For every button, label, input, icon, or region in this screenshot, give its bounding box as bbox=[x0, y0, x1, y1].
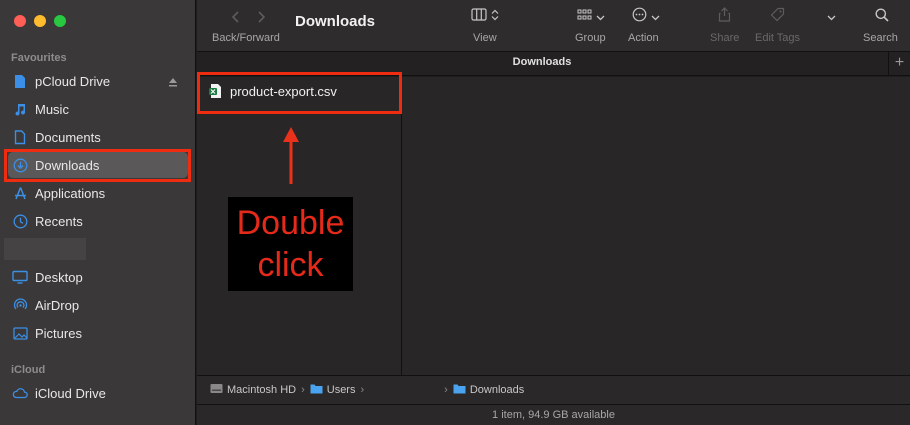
path-label: Macintosh HD bbox=[227, 384, 297, 396]
search-label: Search bbox=[863, 32, 898, 44]
annotation-arrow bbox=[281, 124, 301, 191]
search-button[interactable] bbox=[875, 8, 889, 27]
edit-tags-label: Edit Tags bbox=[755, 32, 801, 44]
sidebar: Favourites pCloud Drive Music Documents … bbox=[0, 0, 196, 425]
sidebar-item-pictures[interactable]: Pictures bbox=[8, 320, 188, 346]
view-label: View bbox=[473, 32, 497, 44]
hard-drive-icon bbox=[210, 383, 223, 397]
path-separator: › bbox=[301, 384, 305, 396]
toolbar: Back/Forward Downloads View Group Action… bbox=[197, 0, 910, 52]
path-label: Users bbox=[326, 384, 356, 396]
sidebar-item-label: pCloud Drive bbox=[35, 73, 111, 89]
sidebar-item-music[interactable]: Music bbox=[8, 96, 188, 122]
back-forward-control[interactable] bbox=[230, 9, 270, 25]
path-bar: Macintosh HD › Users › › Downloads bbox=[197, 375, 910, 404]
sidebar-item-desktop[interactable]: Desktop bbox=[8, 264, 188, 290]
status-bar: 1 item, 94.9 GB available bbox=[197, 404, 910, 425]
sidebar-item-label: iCloud Drive bbox=[35, 385, 106, 401]
sidebar-item-airdrop[interactable]: AirDrop bbox=[8, 292, 188, 318]
group-label: Group bbox=[575, 32, 606, 44]
icloud-header: iCloud bbox=[11, 364, 46, 376]
redacted-path-segment bbox=[369, 384, 440, 396]
share-label: Share bbox=[710, 32, 740, 44]
sidebar-item-documents[interactable]: Documents bbox=[8, 124, 188, 150]
cloud-icon bbox=[12, 385, 28, 401]
chevron-updown-icon bbox=[491, 8, 499, 26]
sidebar-item-label: Music bbox=[35, 101, 69, 117]
eject-icon[interactable] bbox=[168, 75, 178, 90]
tag-icon bbox=[770, 7, 785, 27]
chevron-down-icon bbox=[596, 8, 605, 26]
close-button[interactable] bbox=[14, 15, 26, 27]
annotation-line-2: click bbox=[257, 246, 324, 284]
document-icon bbox=[12, 73, 28, 89]
applications-icon bbox=[12, 185, 28, 201]
zoom-button[interactable] bbox=[54, 15, 66, 27]
path-separator: › bbox=[360, 384, 365, 396]
path-separator: › bbox=[444, 384, 448, 396]
clock-icon bbox=[12, 213, 28, 229]
sidebar-item-label: Recents bbox=[35, 213, 83, 229]
sidebar-item-label: Desktop bbox=[35, 269, 83, 285]
sidebar-item-pcloud-drive[interactable]: pCloud Drive bbox=[8, 68, 188, 94]
sidebar-item-label: Applications bbox=[35, 185, 106, 201]
share-button[interactable] bbox=[718, 7, 731, 27]
columns-view-icon bbox=[471, 8, 487, 26]
sidebar-item-applications[interactable]: Applications bbox=[8, 180, 188, 206]
path-segment-downloads[interactable]: Downloads bbox=[453, 383, 524, 397]
annotation-callout: Double click bbox=[228, 197, 353, 291]
sidebar-item-recents[interactable]: Recents bbox=[8, 208, 188, 234]
group-button[interactable] bbox=[577, 9, 605, 25]
desktop-icon bbox=[12, 269, 28, 285]
folder-icon bbox=[453, 383, 466, 397]
minimize-button[interactable] bbox=[34, 15, 46, 27]
preview-column bbox=[402, 77, 910, 375]
edit-tags-button[interactable] bbox=[770, 7, 785, 27]
search-icon bbox=[875, 8, 889, 27]
favourites-header: Favourites bbox=[11, 52, 67, 64]
document-icon bbox=[12, 129, 28, 145]
sidebar-item-label: Pictures bbox=[35, 325, 82, 341]
window-controls bbox=[14, 15, 66, 27]
path-label: Downloads bbox=[469, 384, 525, 396]
pictures-icon bbox=[12, 325, 28, 341]
view-button[interactable] bbox=[471, 8, 499, 26]
sidebar-item-label: AirDrop bbox=[35, 297, 80, 313]
folder-icon bbox=[310, 383, 323, 397]
chevron-down-icon bbox=[651, 8, 660, 26]
grid-icon bbox=[577, 8, 592, 26]
window-title: Downloads bbox=[295, 13, 376, 30]
new-tab-button[interactable]: + bbox=[888, 52, 910, 76]
redacted-area bbox=[4, 238, 86, 260]
sidebar-item-label: Documents bbox=[35, 129, 101, 145]
music-icon bbox=[12, 101, 28, 117]
path-segment-macintosh-hd[interactable]: Macintosh HD bbox=[210, 383, 296, 397]
action-button[interactable] bbox=[632, 7, 660, 27]
tab-downloads[interactable]: Downloads bbox=[197, 56, 887, 68]
ellipsis-circle-icon bbox=[632, 7, 647, 27]
share-icon bbox=[718, 7, 731, 27]
file-highlight-box bbox=[197, 72, 402, 114]
path-segment-users[interactable]: Users bbox=[310, 383, 356, 397]
chevron-down-icon bbox=[827, 8, 836, 26]
sidebar-item-icloud-drive[interactable]: iCloud Drive bbox=[8, 380, 188, 406]
action-label: Action bbox=[628, 32, 659, 44]
annotation-line-1: Double bbox=[236, 204, 345, 242]
airdrop-icon bbox=[12, 297, 28, 313]
downloads-highlight-box bbox=[4, 149, 191, 182]
more-toolbar-button[interactable] bbox=[827, 9, 836, 25]
back-forward-label: Back/Forward bbox=[212, 32, 280, 44]
